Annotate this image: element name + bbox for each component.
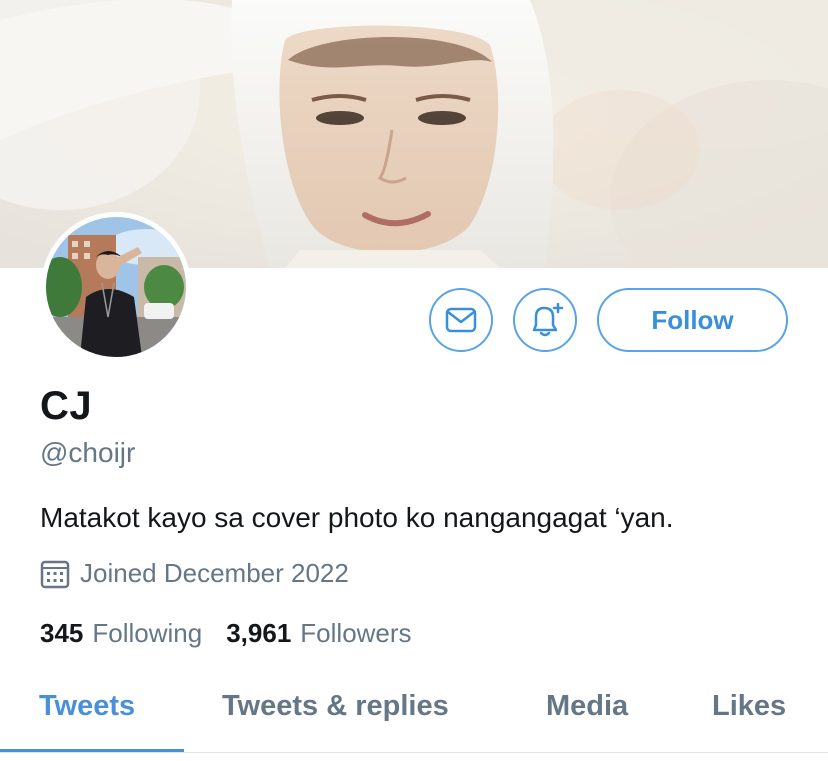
tab-likes[interactable]: Likes [712, 690, 786, 723]
profile-tabs: Tweets Tweets & replies Media Likes [0, 672, 828, 761]
tabs-divider [0, 752, 828, 753]
envelope-icon [445, 307, 477, 333]
joined-date: Joined December 2022 [80, 558, 349, 588]
calendar-icon [40, 560, 70, 588]
joined-date-row: Joined December 2022 [40, 558, 349, 589]
tab-tweets-and-replies[interactable]: Tweets & replies [222, 690, 449, 723]
profile-handle: @choijr [40, 437, 136, 468]
tab-tweets[interactable]: Tweets [39, 690, 135, 723]
followers-count[interactable]: 3,961 [226, 618, 291, 649]
profile-avatar[interactable] [41, 212, 191, 362]
bell-plus-icon [532, 302, 564, 337]
profile-name: CJ [40, 384, 93, 428]
followers-label[interactable]: Followers [300, 618, 411, 649]
tab-media[interactable]: Media [546, 690, 628, 723]
following-count[interactable]: 345 [40, 618, 83, 649]
notify-button[interactable] [513, 288, 577, 352]
follow-button[interactable]: Follow [597, 288, 788, 352]
following-label[interactable]: Following [92, 618, 202, 649]
avatar-image [46, 217, 186, 357]
profile-stats: 345 Following 3,961 Followers [40, 618, 436, 649]
message-button[interactable] [429, 288, 493, 352]
profile-bio: Matakot kayo sa cover photo ko nangangag… [40, 502, 674, 533]
